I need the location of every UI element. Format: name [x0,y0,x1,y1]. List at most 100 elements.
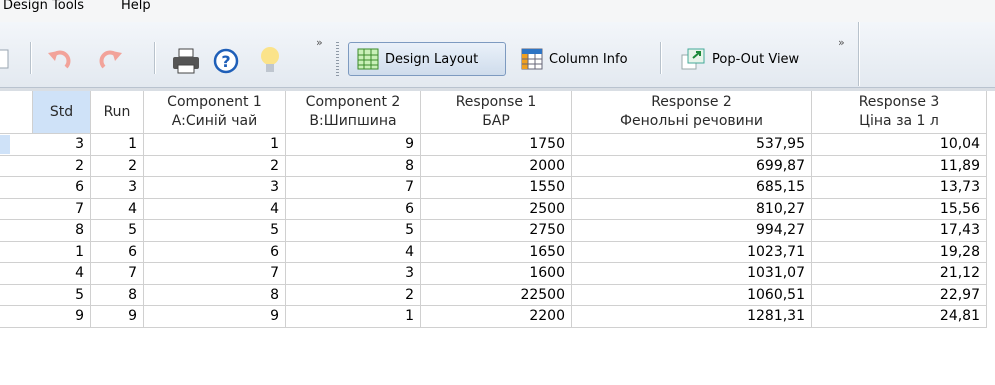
popout-view-button[interactable]: Pop-Out View [672,42,822,76]
table-cell-std[interactable]: 7 [33,198,91,220]
table-cell-component-1[interactable]: 5 [144,220,286,242]
column-header-response-2[interactable]: Response 2 Фенольні речовини [572,91,812,134]
table-cell-component-1[interactable]: 2 [144,155,286,177]
table-cell-run[interactable]: 4 [91,198,144,220]
new-file-icon[interactable] [0,48,12,70]
table-cell-std[interactable]: 9 [33,306,91,328]
column-header-component-2[interactable]: Component 2 B:Шипшина [286,91,421,134]
table-cell-response-3[interactable]: 24,81 [812,306,987,328]
table-cell-run[interactable]: 1 [91,134,144,156]
row-selector[interactable] [0,306,33,328]
table-cell-run[interactable]: 7 [91,263,144,285]
header-label: Response 2 [651,94,732,110]
row-selector[interactable] [0,220,33,242]
table-cell-std[interactable]: 4 [33,263,91,285]
table-cell-response-1[interactable]: 1750 [421,134,572,156]
table-cell-response-3[interactable]: 22,97 [812,284,987,306]
toolbar: ? » Design Layout Column Info Pop-Out Vi… [0,22,995,88]
table-cell-response-3[interactable]: 10,04 [812,134,987,156]
toolbar-overflow-icon[interactable]: » [316,36,323,49]
table-cell-std[interactable]: 6 [33,177,91,199]
table-cell-std[interactable]: 3 [33,134,91,156]
table-cell-response-2[interactable]: 699,87 [572,155,812,177]
column-header-component-1[interactable]: Component 1 A:Синій чай [144,91,286,134]
table-cell-response-3[interactable]: 11,89 [812,155,987,177]
table-cell-run[interactable]: 5 [91,220,144,242]
table-cell-std[interactable]: 5 [33,284,91,306]
row-selector[interactable] [0,134,33,156]
menu-help[interactable]: Help [121,0,151,16]
table-cell-component-1[interactable]: 7 [144,263,286,285]
table-cell-component-2[interactable]: 6 [286,198,421,220]
column-header-run[interactable]: Run [91,91,144,134]
table-cell-component-2[interactable]: 5 [286,220,421,242]
table-cell-response-3[interactable]: 15,56 [812,198,987,220]
table-cell-response-2[interactable]: 1023,71 [572,241,812,263]
column-info-button[interactable]: Column Info [513,42,651,76]
row-selector[interactable] [0,242,33,263]
table-cell-response-2[interactable]: 1031,07 [572,263,812,285]
table-cell-component-1[interactable]: 3 [144,177,286,199]
table-cell-response-3[interactable]: 13,73 [812,177,987,199]
design-layout-button[interactable]: Design Layout [348,42,506,76]
svg-text:?: ? [221,52,230,71]
table-cell-response-1[interactable]: 2200 [421,306,572,328]
table-cell-response-1[interactable]: 1550 [421,177,572,199]
row-selector[interactable] [0,199,33,220]
table-cell-run[interactable]: 2 [91,155,144,177]
table-cell-component-1[interactable]: 8 [144,284,286,306]
table-cell-response-1[interactable]: 1600 [421,263,572,285]
table-cell-response-3[interactable]: 19,28 [812,241,987,263]
table-cell-component-2[interactable]: 4 [286,241,421,263]
menu-design-tools[interactable]: Design Tools [3,0,84,16]
table-cell-component-1[interactable]: 9 [144,306,286,328]
table-cell-response-1[interactable]: 22500 [421,284,572,306]
table-cell-component-1[interactable]: 6 [144,241,286,263]
table-cell-std[interactable]: 2 [33,155,91,177]
toolbar-overflow-icon-2[interactable]: » [838,36,845,49]
redo-icon[interactable] [96,46,126,74]
row-selector[interactable] [0,177,33,199]
header-label: Component 2 [305,94,401,110]
table-cell-response-2[interactable]: 537,95 [572,134,812,156]
table-cell-component-2[interactable]: 3 [286,263,421,285]
row-selector[interactable] [0,263,33,285]
table-cell-response-1[interactable]: 1650 [421,241,572,263]
selected-row-marker [0,135,10,154]
table-cell-component-2[interactable]: 7 [286,177,421,199]
header-sublabel: A:Синій чай [171,113,258,129]
header-label: Response 3 [858,94,940,110]
table-cell-response-2[interactable]: 810,27 [572,198,812,220]
table-cell-component-1[interactable]: 1 [144,134,286,156]
undo-icon[interactable] [44,46,74,74]
table-cell-run[interactable]: 6 [91,241,144,263]
table-cell-response-3[interactable]: 17,43 [812,220,987,242]
table-cell-response-2[interactable]: 685,15 [572,177,812,199]
column-header-std[interactable]: Std [33,91,91,134]
table-cell-response-1[interactable]: 2750 [421,220,572,242]
table-cell-component-2[interactable]: 8 [286,155,421,177]
table-cell-component-2[interactable]: 1 [286,306,421,328]
help-icon[interactable]: ? [211,46,241,76]
table-cell-component-2[interactable]: 2 [286,284,421,306]
table-cell-component-2[interactable]: 9 [286,134,421,156]
table-cell-response-3[interactable]: 21,12 [812,263,987,285]
table-cell-response-2[interactable]: 994,27 [572,220,812,242]
table-cell-response-1[interactable]: 2500 [421,198,572,220]
table-cell-response-1[interactable]: 2000 [421,155,572,177]
print-icon[interactable] [170,46,202,76]
lightbulb-icon[interactable] [258,44,282,76]
row-selector[interactable] [0,156,33,177]
table-cell-component-1[interactable]: 4 [144,198,286,220]
table-cell-run[interactable]: 9 [91,306,144,328]
header-label: Component 1 [167,94,262,110]
table-cell-run[interactable]: 3 [91,177,144,199]
column-header-response-3[interactable]: Response 3 Ціна за 1 л [812,91,987,134]
table-cell-response-2[interactable]: 1281,31 [572,306,812,328]
table-cell-run[interactable]: 8 [91,284,144,306]
table-cell-response-2[interactable]: 1060,51 [572,284,812,306]
column-header-response-1[interactable]: Response 1 БАР [421,91,572,134]
table-cell-std[interactable]: 8 [33,220,91,242]
row-selector[interactable] [0,285,33,306]
table-cell-std[interactable]: 1 [33,241,91,263]
